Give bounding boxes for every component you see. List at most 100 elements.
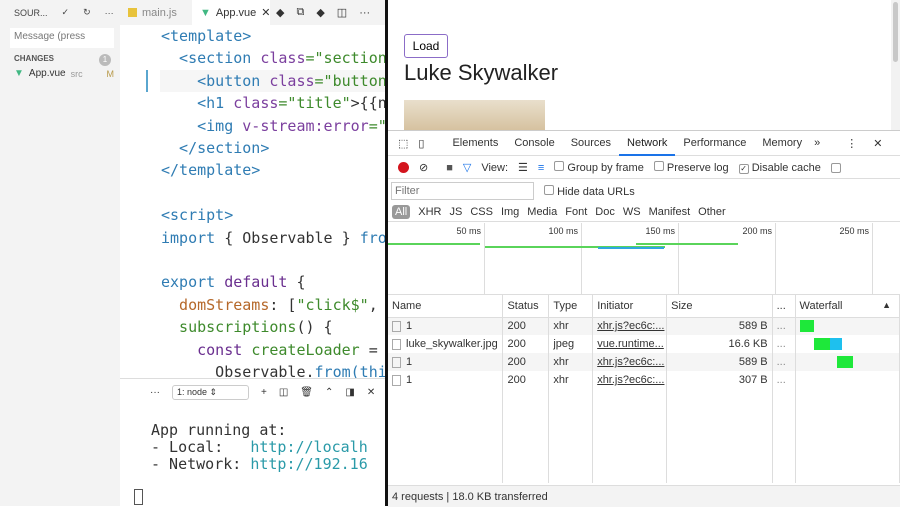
- type-filter-css[interactable]: CSS: [470, 206, 493, 218]
- offline-checkbox[interactable]: [830, 162, 841, 173]
- panel-layout-icon[interactable]: ◨: [345, 387, 354, 398]
- waterfall-cell: [795, 371, 900, 389]
- type-filter-font[interactable]: Font: [565, 206, 587, 218]
- filter-icon[interactable]: ▽: [463, 161, 471, 174]
- devtools-tab-console[interactable]: Console: [506, 131, 562, 156]
- devtools-tab-memory[interactable]: Memory: [754, 131, 810, 156]
- overview-icon[interactable]: ≡: [538, 162, 544, 174]
- close-devtools-icon[interactable]: ✕: [873, 137, 882, 150]
- type-filter-all[interactable]: All: [392, 204, 411, 219]
- terminal-select[interactable]: 1: node ⇕: [172, 384, 249, 400]
- code-token: domStreams: [161, 295, 270, 314]
- terminal-panel[interactable]: ··· 1: node ⇕ + ◫ 🗑 ⌃ ◨ ✕ App running at: - Loca…: [120, 378, 385, 506]
- requests-table: Name Status Type Initiator Size... Waterfall ▲…: [388, 295, 900, 483]
- split-terminal-icon[interactable]: ◫: [279, 387, 288, 398]
- close-icon[interactable]: ✕: [367, 387, 375, 398]
- git-icon[interactable]: ◆: [316, 6, 324, 19]
- maximize-icon[interactable]: ⌃: [325, 387, 333, 398]
- devtools-tab-performance[interactable]: Performance: [675, 131, 754, 156]
- type-filter-img[interactable]: Img: [501, 206, 519, 218]
- code-line: <button class="button": [161, 70, 385, 92]
- clear-icon[interactable]: ⊘: [419, 161, 428, 174]
- summary-text: 4 requests | 18.0 KB transferred: [392, 491, 548, 503]
- request-row[interactable]: luke_skywalker.jpg 200 jpeg vue.runtime... 1…: [388, 335, 900, 353]
- initiator-link[interactable]: xhr.js?ec6c:...: [597, 374, 664, 386]
- trash-icon[interactable]: 🗑: [300, 387, 313, 398]
- code-token: </section>: [161, 139, 270, 157]
- request-row[interactable]: 1 200 xhr xhr.js?ec6c:... 589 B...: [388, 317, 900, 335]
- tab-app-vue[interactable]: ▼ App.vue ✕: [192, 0, 270, 25]
- timeline-gridline: [775, 223, 776, 295]
- add-terminal-icon[interactable]: +: [261, 387, 267, 398]
- code-line: </section>: [161, 137, 269, 159]
- changes-header[interactable]: CHANGES: [14, 54, 54, 63]
- view-label: View:: [481, 161, 509, 174]
- initiator-link[interactable]: xhr.js?ec6c:...: [597, 320, 664, 332]
- screenshot-icon[interactable]: ■: [446, 162, 453, 174]
- type-filter-ws[interactable]: WS: [623, 206, 641, 218]
- more-tabs-icon[interactable]: »: [814, 137, 820, 149]
- large-rows-icon[interactable]: ☰: [518, 161, 528, 174]
- git-compare-icon[interactable]: ◆: [276, 6, 284, 19]
- more-icon[interactable]: ···: [359, 7, 370, 19]
- column-header-status[interactable]: Status: [502, 295, 550, 318]
- hide-data-urls-checkbox[interactable]: Hide data URLs: [544, 184, 635, 198]
- kebab-menu-icon[interactable]: ⋮: [846, 137, 857, 150]
- preserve-log-checkbox[interactable]: Preserve log: [653, 161, 729, 174]
- device-toolbar-icon[interactable]: ▯: [418, 137, 424, 150]
- refresh-icon[interactable]: ↻: [83, 7, 91, 18]
- column-header-name[interactable]: Name: [388, 295, 504, 318]
- split-editor-icon[interactable]: ◫: [337, 6, 347, 19]
- devtools-tab-sources[interactable]: Sources: [563, 131, 619, 156]
- tab-main-js[interactable]: main.js: [120, 0, 192, 25]
- column-header-waterfall[interactable]: Waterfall ▲: [795, 295, 900, 318]
- devtools-tab-network[interactable]: Network: [619, 131, 676, 156]
- request-row[interactable]: 1 200 xhr xhr.js?ec6c:... 589 B...: [388, 353, 900, 371]
- initiator-link[interactable]: xhr.js?ec6c:...: [597, 356, 664, 368]
- commit-message-input[interactable]: Message (press: [10, 28, 114, 48]
- document-icon: [392, 374, 401, 386]
- load-button[interactable]: Load: [404, 34, 448, 58]
- open-changes-icon[interactable]: ⧉: [296, 6, 304, 19]
- more-icon[interactable]: ···: [150, 387, 160, 398]
- type-filter-manifest[interactable]: Manifest: [649, 206, 691, 218]
- group-by-frame-checkbox[interactable]: Group by frame: [554, 161, 644, 174]
- column-header-initiator[interactable]: Initiator: [592, 295, 668, 318]
- close-icon[interactable]: ✕: [261, 6, 270, 19]
- type-filter-other[interactable]: Other: [698, 206, 726, 218]
- request-more: ...: [772, 353, 796, 371]
- code-editor[interactable]: <template> <section class="section" <but…: [120, 25, 385, 378]
- column-header-size[interactable]: Size: [666, 295, 773, 318]
- filter-input[interactable]: [391, 182, 534, 200]
- request-row[interactable]: 1 200 xhr xhr.js?ec6c:... 307 B...: [388, 371, 900, 389]
- code-line: <script>: [161, 204, 233, 226]
- changed-file-item[interactable]: ▼ App.vue src M: [14, 68, 114, 79]
- type-filter-xhr[interactable]: XHR: [418, 206, 441, 218]
- column-header-type[interactable]: Type: [548, 295, 594, 318]
- waterfall-bar: [813, 338, 830, 350]
- terminal-cursor: [134, 489, 143, 505]
- sort-ascending-icon: ▲: [882, 299, 891, 310]
- disable-cache-checkbox[interactable]: ✓ Disable cache: [738, 162, 821, 174]
- record-button[interactable]: [398, 162, 409, 173]
- code-token: <script>: [161, 206, 234, 225]
- code-line: Observable.from(this: [161, 361, 385, 378]
- more-icon[interactable]: ···: [105, 8, 114, 18]
- code-token: import: [161, 228, 216, 247]
- type-filter-media[interactable]: Media: [527, 206, 557, 218]
- code-token: - Local:: [151, 438, 251, 456]
- devtools-tab-elements[interactable]: Elements: [444, 131, 506, 156]
- type-filter-js[interactable]: JS: [449, 206, 462, 218]
- type-filter-doc[interactable]: Doc: [595, 206, 615, 218]
- timeline-bar: [598, 247, 664, 249]
- page-scrollbar[interactable]: [891, 0, 900, 130]
- devtools-panel: ⬚ ▯ Elements Console Sources Network Perform…: [388, 130, 900, 507]
- request-more: ...: [772, 371, 796, 389]
- column-label: Status: [507, 299, 539, 312]
- initiator-link[interactable]: vue.runtime...: [597, 338, 664, 350]
- column-header-more[interactable]: ...: [772, 295, 796, 318]
- commit-icon[interactable]: ✓: [62, 7, 70, 18]
- code-token: ="section": [305, 49, 386, 68]
- inspect-icon[interactable]: ⬚: [398, 137, 408, 150]
- column-label: ...: [776, 299, 786, 312]
